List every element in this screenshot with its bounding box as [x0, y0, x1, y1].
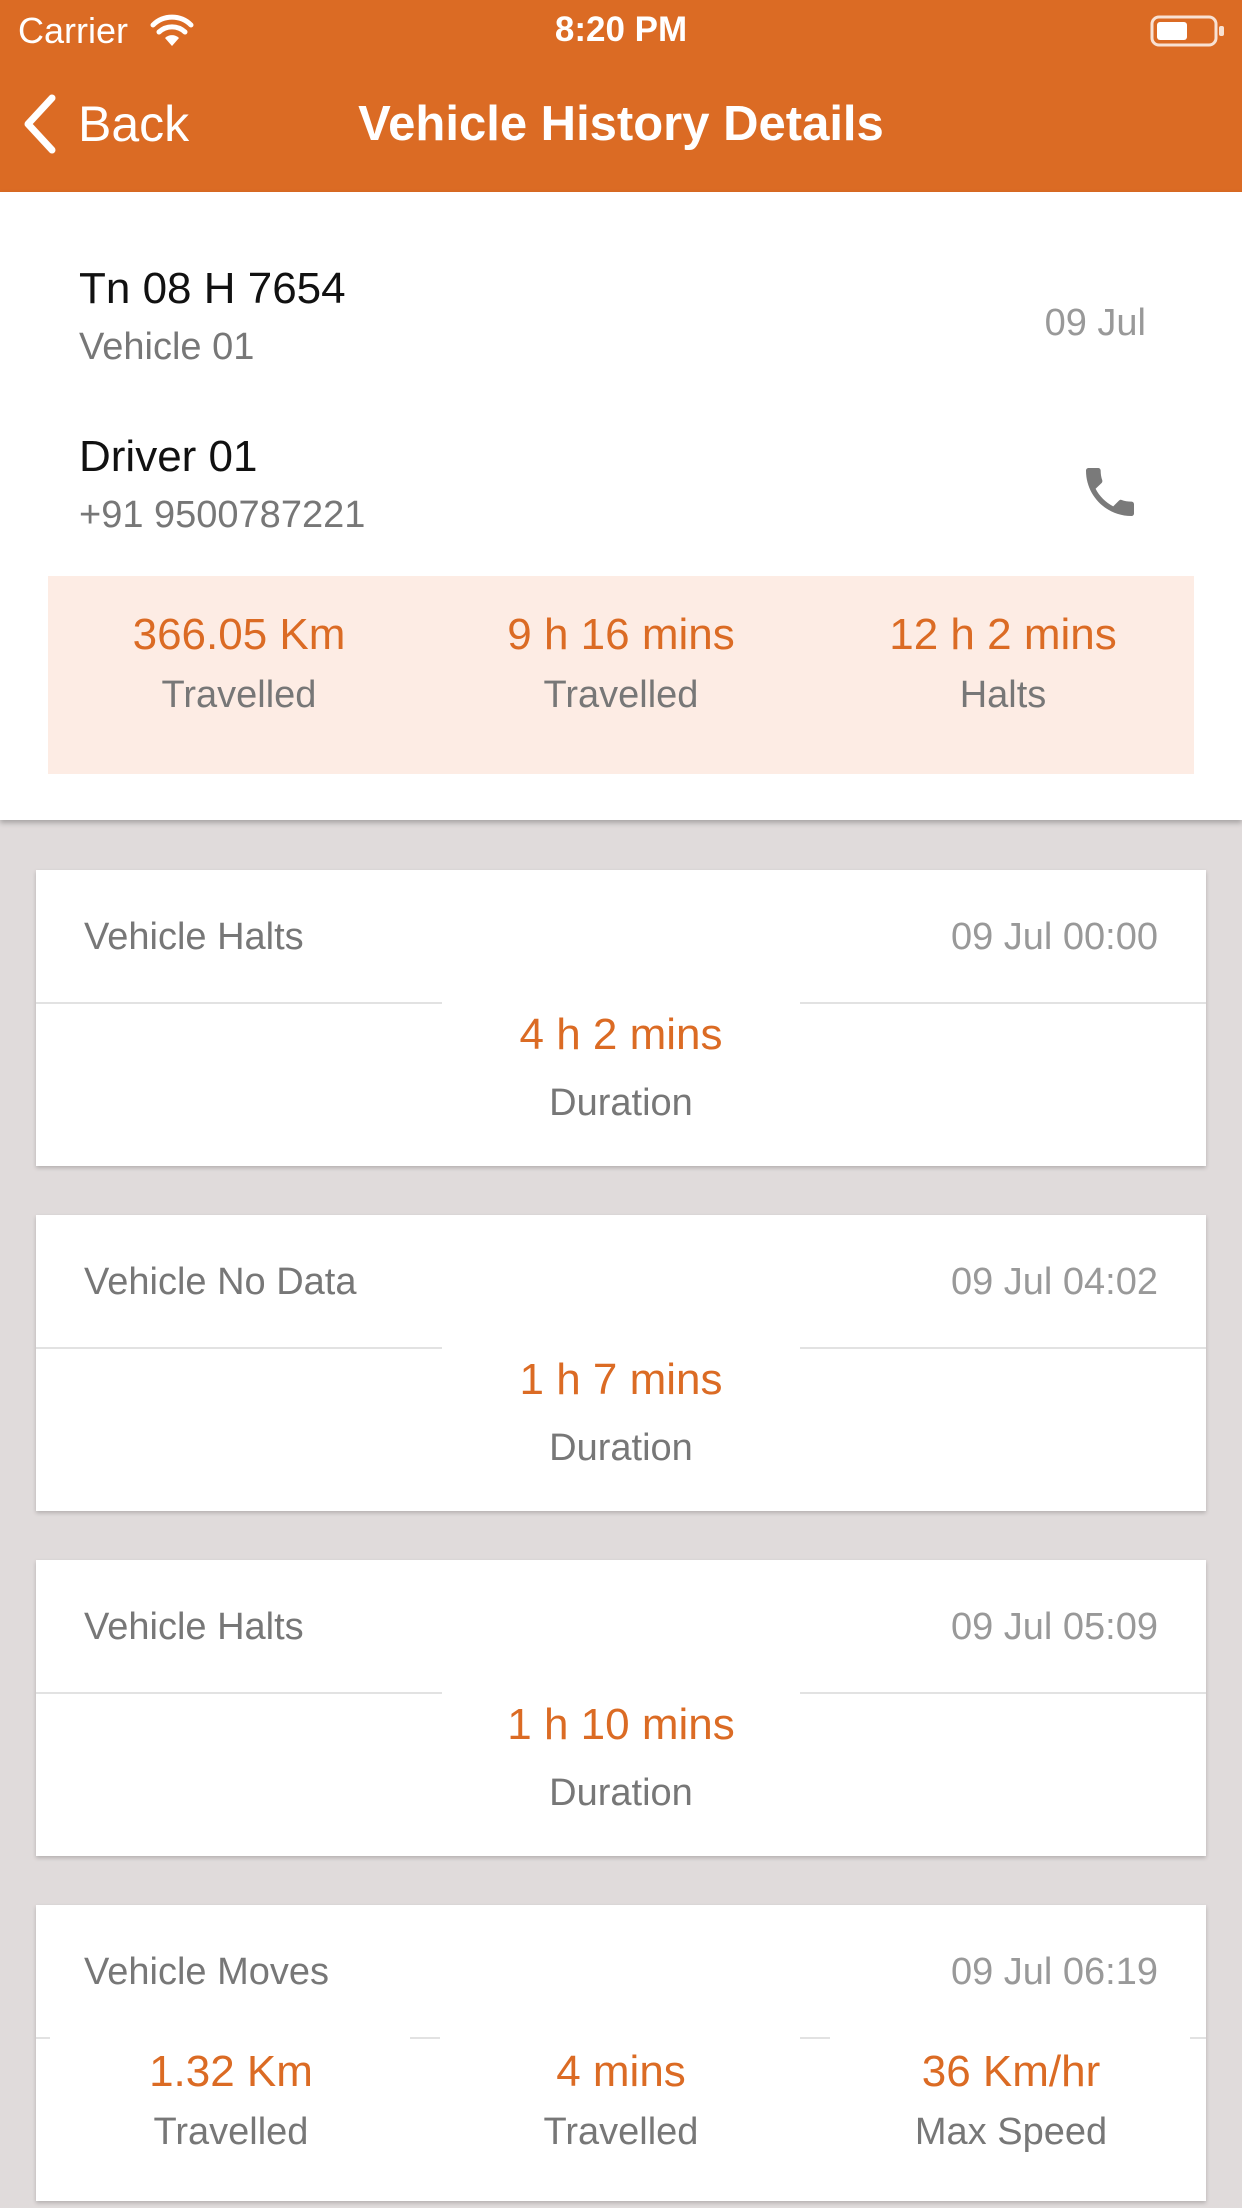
history-event-card[interactable]: Vehicle No Data 09 Jul 04:02 1 h 7 mins …: [36, 1215, 1206, 1511]
stat-label: Travelled: [543, 674, 699, 716]
event-duration-value: 1 h 10 mins: [507, 1700, 735, 1749]
move-stat-time: 4 mins Travelled: [426, 2037, 816, 2154]
event-time: 09 Jul 04:02: [950, 1261, 1158, 1303]
event-title: Vehicle Halts: [84, 1606, 304, 1648]
move-stat-distance: 1.32 Km Travelled: [36, 2037, 426, 2154]
app-header: Carrier 8:20 PM Back Vehicle History Det…: [0, 0, 1242, 192]
driver-name: Driver 01: [79, 432, 258, 481]
history-event-card[interactable]: Vehicle Halts 09 Jul 05:09 1 h 10 mins D…: [36, 1560, 1206, 1856]
event-duration-value: 4 h 2 mins: [519, 1010, 723, 1059]
stat-label: Halts: [959, 674, 1047, 716]
divider: [36, 1692, 442, 1694]
history-event-card[interactable]: Vehicle Moves 09 Jul 06:19 1.32 Km Trave…: [36, 1905, 1206, 2201]
event-title: Vehicle Halts: [84, 916, 304, 958]
stat-value: 4 mins: [556, 2047, 686, 2096]
stat-label: Travelled: [153, 2111, 309, 2153]
battery-icon: [1150, 15, 1224, 47]
stat-travel-time: 9 h 16 mins Travelled: [430, 576, 812, 774]
stat-value: 1.32 Km: [149, 2047, 313, 2096]
navigation-bar: Back Vehicle History Details: [0, 62, 1242, 192]
event-duration-label: Duration: [549, 1427, 693, 1469]
stat-label: Travelled: [161, 674, 317, 716]
history-event-card[interactable]: Vehicle Halts 09 Jul 00:00 4 h 2 mins Du…: [36, 870, 1206, 1166]
divider: [800, 1002, 1206, 1004]
divider: [36, 1347, 442, 1349]
divider: [800, 1347, 1206, 1349]
vehicle-summary-card: Tn 08 H 7654 Vehicle 01 09 Jul Driver 01…: [0, 192, 1242, 820]
stat-label: Travelled: [543, 2111, 699, 2153]
move-stats: 1.32 Km Travelled 4 mins Travelled 36 Km…: [36, 2037, 1206, 2154]
vehicle-name: Vehicle 01: [79, 326, 255, 368]
event-title: Vehicle No Data: [84, 1261, 357, 1303]
stat-value: 366.05 Km: [132, 610, 346, 659]
stat-value: 9 h 16 mins: [507, 610, 735, 659]
summary-date: 09 Jul: [1044, 302, 1146, 344]
move-stat-max-speed: 36 Km/hr Max Speed: [816, 2037, 1206, 2154]
stat-value: 12 h 2 mins: [889, 610, 1117, 659]
stat-distance: 366.05 Km Travelled: [48, 576, 430, 774]
status-bar: Carrier 8:20 PM: [0, 0, 1242, 62]
divider: [800, 1692, 1206, 1694]
stat-halt-time: 12 h 2 mins Halts: [812, 576, 1194, 774]
event-time: 09 Jul 06:19: [950, 1951, 1158, 1993]
event-time: 09 Jul 05:09: [950, 1606, 1158, 1648]
event-time: 09 Jul 00:00: [950, 916, 1158, 958]
event-title: Vehicle Moves: [84, 1951, 330, 1993]
status-time: 8:20 PM: [554, 10, 688, 49]
driver-phone: +91 9500787221: [79, 494, 366, 536]
event-duration-value: 1 h 7 mins: [519, 1355, 723, 1404]
phone-icon[interactable]: [1078, 460, 1142, 524]
divider: [36, 1002, 442, 1004]
page-title: Vehicle History Details: [358, 97, 884, 151]
stat-value: 36 Km/hr: [921, 2047, 1101, 2096]
summary-stats: 366.05 Km Travelled 9 h 16 mins Travelle…: [48, 576, 1194, 774]
event-duration-label: Duration: [549, 1082, 693, 1124]
vehicle-plate: Tn 08 H 7654: [79, 264, 346, 313]
event-duration-label: Duration: [549, 1772, 693, 1814]
stat-label: Max Speed: [914, 2111, 1108, 2153]
